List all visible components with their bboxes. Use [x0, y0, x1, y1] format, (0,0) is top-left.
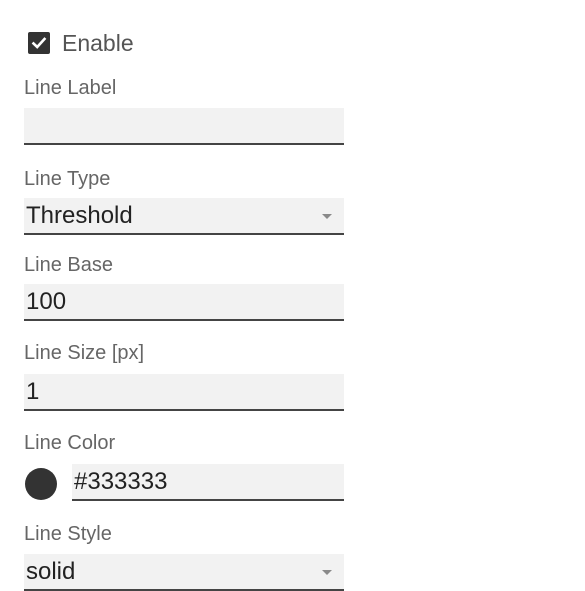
color-swatch[interactable] — [25, 468, 57, 500]
enable-checkbox-row[interactable]: Enable — [28, 28, 134, 58]
line-style-label: Line Style — [24, 523, 112, 545]
line-type-select[interactable]: Threshold — [24, 198, 344, 235]
enable-label: Enable — [62, 29, 134, 56]
line-base-field[interactable] — [24, 284, 344, 321]
line-size-label: Line Size [px] — [24, 342, 145, 364]
line-type-label: Line Type — [24, 168, 111, 190]
line-style-select[interactable]: solid — [24, 554, 344, 591]
line-color-input[interactable] — [72, 464, 344, 499]
line-label-label: Line Label — [24, 77, 117, 99]
line-type-value: Threshold — [26, 201, 133, 229]
line-label-input[interactable] — [24, 108, 344, 143]
line-style-value: solid — [26, 557, 76, 585]
line-base-input[interactable] — [24, 284, 344, 319]
line-settings-panel: Enable Line Label Line Type Threshold Li… — [0, 0, 585, 591]
line-color-field[interactable] — [72, 464, 344, 501]
line-base-label: Line Base — [24, 254, 113, 276]
line-label-field[interactable] — [24, 108, 344, 145]
line-color-label: Line Color — [24, 432, 116, 454]
checkmark-icon — [31, 37, 47, 49]
line-size-field[interactable] — [24, 374, 344, 411]
enable-checkbox[interactable] — [28, 32, 50, 54]
chevron-down-icon — [322, 213, 332, 219]
line-size-input[interactable] — [24, 374, 344, 409]
chevron-down-icon — [322, 569, 332, 575]
